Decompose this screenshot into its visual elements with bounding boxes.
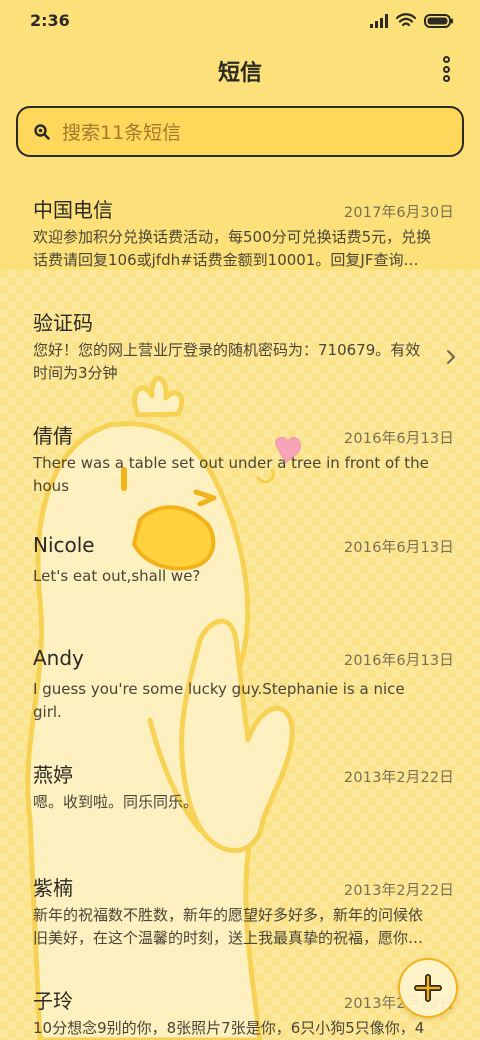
conversation-snippet: Let's eat out,shall we? (33, 567, 201, 585)
search-icon (34, 123, 50, 140)
more-options-button[interactable] (438, 56, 454, 82)
more-vertical-icon-dot (442, 75, 450, 82)
conversation-item[interactable]: 紫楠 2013年2月22日 新年的祝福数不胜数，新年的愿望好多好多，新年的问候依… (0, 858, 480, 971)
battery-icon (424, 13, 453, 28)
more-vertical-icon (442, 56, 450, 63)
conversation-snippet: There was a table set out under a tree i… (33, 454, 429, 495)
conversation-item[interactable]: 燕婷 2013年2月22日 嗯。收到啦。同乐同乐。 (0, 745, 480, 858)
conversation-snippet: 嗯。收到啦。同乐同乐。 (33, 793, 199, 811)
conversation-name: 倩倩 (33, 424, 73, 448)
conversation-name: 验证码 (33, 311, 93, 335)
status-icons (370, 13, 454, 28)
page-title: 短信 (217, 61, 262, 86)
status-bar: 2:36 (0, 0, 480, 42)
conversation-name: 燕婷 (33, 763, 73, 787)
conversation-date: 2016年6月13日 (343, 540, 454, 556)
conversation-item[interactable]: 中国电信 2017年6月30日 欢迎参加积分兑换话费活动，每500分可兑换话费5… (0, 180, 480, 293)
conversation-name: 中国电信 (33, 198, 113, 222)
conversation-snippet: 欢迎参加积分兑换话费活动，每500分可兑换话费5元，兑换话费请回复106或jfd… (33, 228, 432, 269)
conversation-date: 2016年6月13日 (343, 653, 454, 669)
conversation-name: 紫楠 (33, 876, 73, 900)
conversation-date: 2013年2月22日 (343, 883, 454, 899)
conversation-list: 中国电信 2017年6月30日 欢迎参加积分兑换话费活动，每500分可兑换话费5… (0, 180, 480, 1040)
conversation-name: 子玲 (33, 989, 73, 1013)
conversation-snippet: I guess you're some lucky guy.Stephanie … (33, 680, 405, 721)
conversation-snippet: 新年的祝福数不胜数，新年的愿望好多好多，新年的问候依旧美好，在这个温馨的时刻，送… (33, 906, 424, 947)
app-bar: 短信 (0, 46, 480, 94)
conversation-item[interactable]: Andy 2016年6月13日 I guess you're some luck… (0, 632, 480, 745)
conversation-item[interactable]: 倩倩 2016年6月13日 There was a table set out … (0, 406, 480, 519)
new-message-button[interactable] (398, 958, 458, 1018)
conversation-name: Nicole (33, 533, 95, 557)
plus-icon (414, 974, 442, 1002)
signal-icon (370, 13, 388, 28)
conversation-name: Andy (33, 646, 84, 670)
conversation-date: 2017年6月30日 (343, 205, 454, 221)
conversation-date: 2013年2月22日 (343, 770, 454, 786)
conversation-date: 2016年6月13日 (343, 431, 454, 447)
search-input[interactable]: 搜索11条短信 (16, 106, 464, 157)
wifi-icon (396, 13, 416, 27)
status-time: 2:36 (30, 11, 70, 30)
conversation-item[interactable]: Nicole 2016年6月13日 Let's eat out,shall we… (0, 519, 480, 632)
conversation-snippet: 您好！您的网上营业厅登录的随机密码为：710679。有效时间为3分钟 (33, 341, 421, 382)
conversation-snippet: 10分想念9别的你，8张照片7张是你，6只小狗5只像你，4根骨头3根归你，2爪着… (33, 1019, 425, 1037)
chevron-right-icon (447, 350, 455, 364)
search-placeholder: 搜索11条短信 (62, 122, 182, 144)
more-vertical-icon-dot (442, 65, 450, 73)
conversation-item[interactable]: 验证码 您好！您的网上营业厅登录的随机密码为：710679。有效时间为3分钟 (0, 293, 480, 406)
